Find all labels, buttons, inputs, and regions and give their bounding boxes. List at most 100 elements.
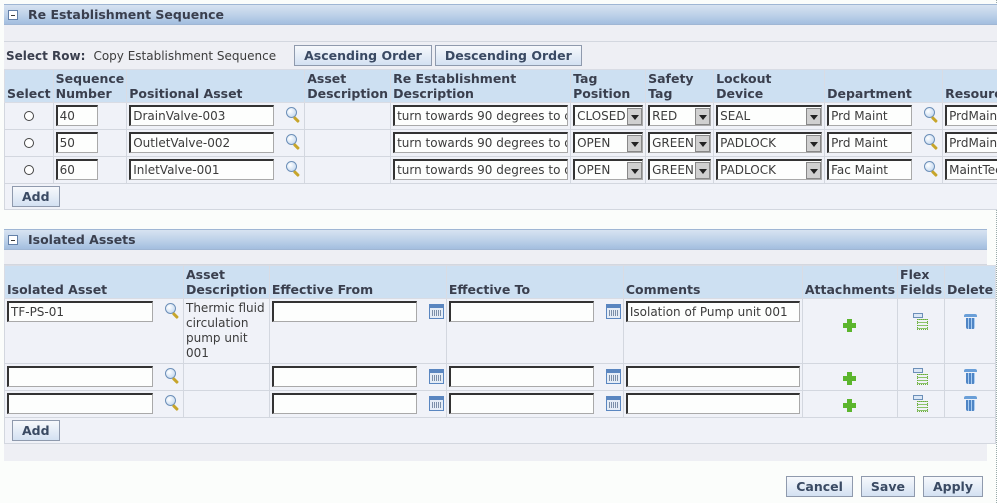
search-icon[interactable]: [165, 303, 181, 319]
chevron-down-icon[interactable]: [695, 161, 711, 179]
comments-input[interactable]: [625, 366, 800, 387]
add-row: Add: [3, 183, 997, 210]
calendar-icon[interactable]: [605, 304, 621, 319]
calendar-icon[interactable]: [428, 369, 444, 384]
add-isolated-asset-button[interactable]: Add: [12, 420, 60, 441]
sequence-number-input[interactable]: 50: [55, 132, 98, 153]
chevron-down-icon[interactable]: [627, 107, 643, 125]
isolated-asset-input[interactable]: [7, 393, 153, 414]
delete-icon[interactable]: [963, 368, 977, 385]
tag-position-select[interactable]: CLOSED: [573, 105, 644, 126]
collapse-icon[interactable]: [8, 234, 18, 245]
isolated-asset-input[interactable]: [7, 366, 153, 387]
comments-input[interactable]: Isolation of Pump unit 001: [625, 301, 800, 322]
search-icon[interactable]: [924, 161, 940, 177]
ascending-order-button[interactable]: Ascending Order: [294, 45, 432, 66]
resource-input[interactable]: PrdMaint: [945, 105, 997, 126]
effective-from-input[interactable]: [271, 301, 417, 322]
table-header-row: Isolated Asset Asset Description Effectiv…: [4, 265, 997, 299]
chevron-down-icon[interactable]: [806, 161, 822, 179]
isolated-assets-section: Isolated Assets Isolated Asset Asset Desc…: [3, 229, 997, 461]
collapse-icon[interactable]: [8, 9, 18, 20]
safety-tag-select[interactable]: GREEN: [648, 159, 712, 180]
flex-fields-icon[interactable]: [913, 313, 929, 330]
chevron-down-icon[interactable]: [695, 107, 711, 125]
select-radio[interactable]: [23, 138, 34, 148]
chevron-down-icon[interactable]: [806, 107, 822, 125]
descending-order-button[interactable]: Descending Order: [434, 45, 582, 66]
apply-button[interactable]: Apply: [922, 476, 983, 497]
asset-description-cell: [304, 156, 392, 184]
calendar-icon[interactable]: [428, 396, 444, 411]
chevron-down-icon[interactable]: [627, 161, 643, 179]
positional-asset-input[interactable]: InletValve-001: [129, 159, 275, 180]
lockout-device-select[interactable]: PADLOCK: [716, 132, 823, 153]
search-icon[interactable]: [924, 134, 940, 150]
add-sequence-button[interactable]: Add: [12, 186, 60, 207]
add-attachment-icon[interactable]: [843, 372, 857, 385]
search-icon[interactable]: [286, 107, 302, 123]
search-icon[interactable]: [924, 107, 940, 123]
department-input[interactable]: Prd Maint: [827, 132, 913, 153]
safety-tag-select[interactable]: GREEN: [648, 132, 712, 153]
department-input[interactable]: Fac Maint: [827, 159, 913, 180]
tag-position-select[interactable]: OPEN: [573, 159, 644, 180]
chevron-down-icon[interactable]: [627, 134, 643, 152]
save-button[interactable]: Save: [860, 476, 915, 497]
add-row: Add: [3, 417, 997, 444]
search-icon[interactable]: [165, 395, 181, 411]
effective-from-input[interactable]: [271, 393, 417, 414]
calendar-icon[interactable]: [605, 369, 621, 384]
col-reestablishment-description: Re Establishment Description: [390, 69, 572, 103]
positional-asset-input[interactable]: OutletValve-002: [129, 132, 275, 153]
reestablishment-description-input[interactable]: turn towards 90 degrees to cl: [393, 105, 569, 126]
asset-description-cell: Thermic fluid circulation pump unit 001: [183, 298, 270, 364]
delete-icon[interactable]: [963, 395, 977, 412]
search-icon[interactable]: [286, 134, 302, 150]
col-lockout-device: Lockout Device: [713, 69, 826, 103]
department-input[interactable]: Prd Maint: [827, 105, 913, 126]
resource-input[interactable]: PrdMaint: [945, 132, 997, 153]
select-radio[interactable]: [23, 165, 34, 175]
sequence-number-input[interactable]: 40: [55, 105, 98, 126]
select-radio[interactable]: [23, 111, 34, 121]
effective-to-input[interactable]: [448, 366, 594, 387]
table-row: 60 InletValve-001 turn towards 90 degree…: [4, 156, 997, 184]
reestablishment-table: Select Sequence Number Positional Asset A…: [3, 69, 997, 210]
col-asset-description: Asset Description: [183, 265, 270, 299]
table-row: 40 DrainValve-003 turn towards 90 degree…: [4, 102, 997, 130]
add-attachment-icon[interactable]: [843, 319, 857, 332]
reestablishment-description-input[interactable]: turn towards 90 degrees to op: [393, 159, 569, 180]
comments-input[interactable]: [625, 393, 800, 414]
calendar-icon[interactable]: [605, 396, 621, 411]
chevron-down-icon[interactable]: [695, 134, 711, 152]
cancel-button[interactable]: Cancel: [786, 476, 853, 497]
reestablishment-header: Re Establishment Sequence: [4, 4, 997, 25]
lockout-device-select[interactable]: PADLOCK: [716, 159, 823, 180]
effective-from-input[interactable]: [271, 366, 417, 387]
positional-asset-input[interactable]: DrainValve-003: [129, 105, 275, 126]
chevron-down-icon[interactable]: [806, 134, 822, 152]
search-icon[interactable]: [165, 368, 181, 384]
table-row: 50 OutletValve-002 turn towards 90 degre…: [4, 129, 997, 157]
sequence-number-input[interactable]: 60: [55, 159, 98, 180]
effective-to-input[interactable]: [448, 301, 594, 322]
flex-fields-icon[interactable]: [913, 395, 929, 412]
tag-position-select[interactable]: OPEN: [573, 132, 644, 153]
isolated-asset-input[interactable]: TF-PS-01: [7, 301, 153, 322]
col-delete: Delete: [944, 265, 997, 299]
isolated-assets-table: Isolated Asset Asset Description Effectiv…: [3, 265, 997, 444]
calendar-icon[interactable]: [428, 304, 444, 319]
delete-icon[interactable]: [963, 313, 977, 330]
add-attachment-icon[interactable]: [843, 399, 857, 412]
lockout-device-select[interactable]: SEAL: [716, 105, 823, 126]
copy-establishment-option[interactable]: Copy Establishment Sequence: [93, 49, 276, 63]
footer-actions: Cancel Save Apply: [786, 476, 983, 497]
search-icon[interactable]: [286, 161, 302, 177]
flex-fields-icon[interactable]: [913, 368, 929, 385]
effective-to-input[interactable]: [448, 393, 594, 414]
reestablishment-description-input[interactable]: turn towards 90 degrees to o: [393, 132, 569, 153]
safety-tag-select[interactable]: RED: [648, 105, 712, 126]
col-resource: Resource: [942, 69, 997, 103]
resource-input[interactable]: MaintTech: [945, 159, 997, 180]
